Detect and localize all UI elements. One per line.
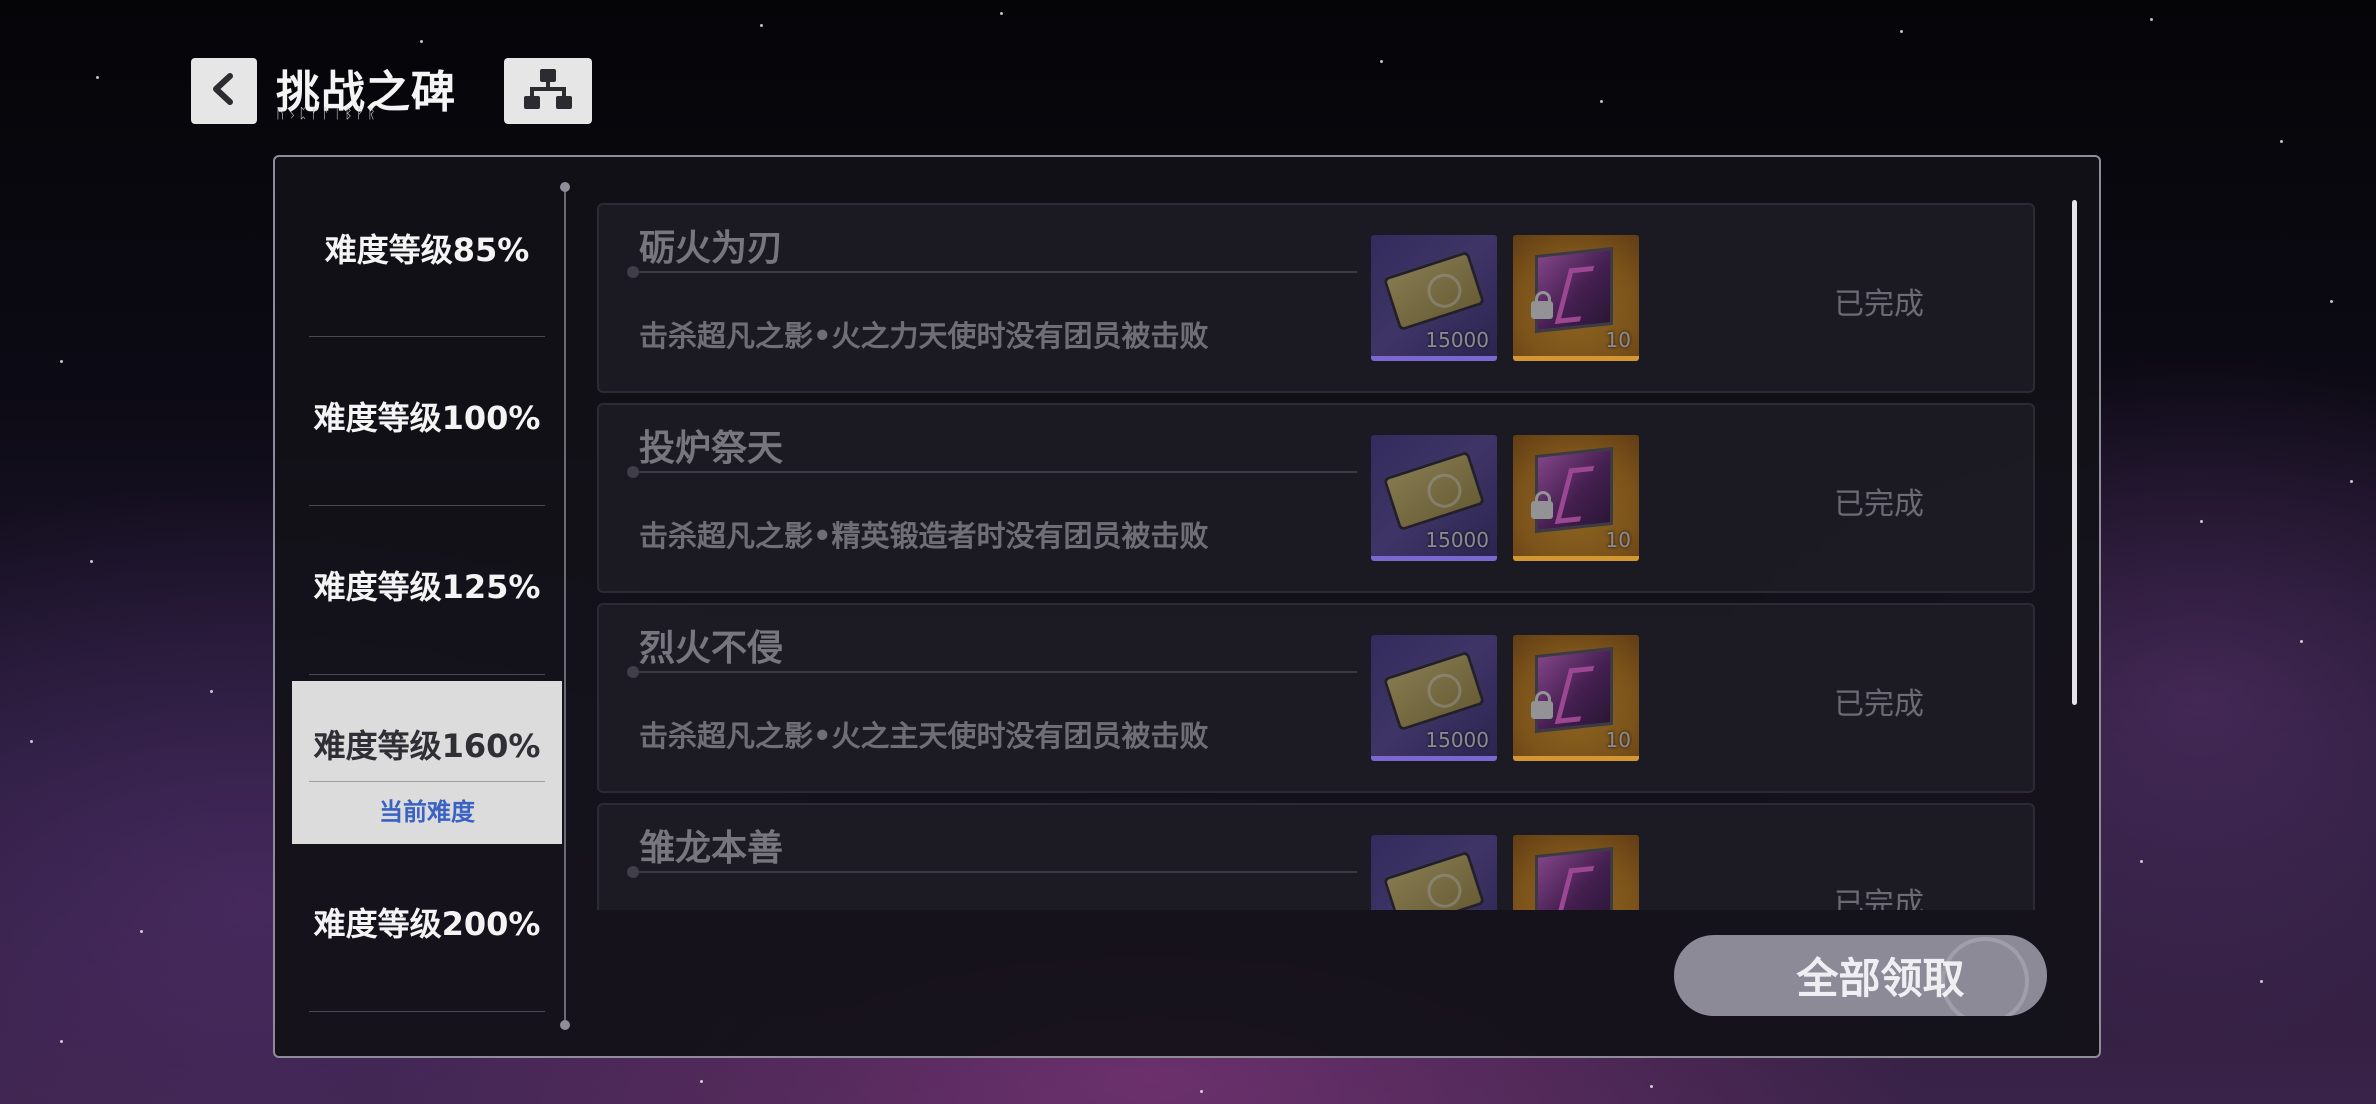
sidebar-track-line xyxy=(564,188,566,1028)
current-difficulty-badge: 当前难度 xyxy=(379,797,475,826)
chevron-left-icon xyxy=(206,71,242,111)
difficulty-item-100[interactable]: 难度等级100% xyxy=(292,332,562,500)
reward-ticket-item[interactable]: 15000 xyxy=(1371,635,1497,761)
task-divider xyxy=(627,266,1357,278)
task-divider xyxy=(627,666,1357,678)
task-card: 烈火不侵 击杀超凡之影•火之主天使时没有团员被击败 15000 10 已完成 xyxy=(597,603,2035,793)
task-title: 投炉祭天 xyxy=(639,428,784,469)
task-description: 击杀超凡之影•火之力天使时没有团员被击败 xyxy=(639,319,1209,353)
dim-overlay xyxy=(1513,835,1639,910)
task-status: 已完成 xyxy=(1834,287,1924,322)
task-list-scrollbar[interactable] xyxy=(2072,200,2077,705)
page-subtitle-runes: ᚢᛊᛈᚠᚨᛁᛒᚹᚱ xyxy=(276,106,379,122)
difficulty-divider xyxy=(309,674,545,675)
task-card: 雏龙本善 已完成 xyxy=(597,803,2035,910)
reward-ticket-item[interactable]: 15000 xyxy=(1371,235,1497,361)
hierarchy-icon xyxy=(522,67,574,115)
difficulty-item-160-current[interactable]: 难度等级160% 当前难度 xyxy=(292,681,562,844)
task-title: 雏龙本善 xyxy=(639,828,784,869)
task-description: 击杀超凡之影•火之主天使时没有团员被击败 xyxy=(639,719,1209,753)
task-status: 已完成 xyxy=(1834,887,1924,910)
dim-overlay xyxy=(1371,435,1497,556)
task-divider xyxy=(627,466,1357,478)
decorative-ring-icon xyxy=(1941,937,2029,1016)
difficulty-label: 难度等级160% xyxy=(313,726,541,765)
difficulty-item-200[interactable]: 难度等级200% xyxy=(292,838,562,1006)
difficulty-label: 难度等级85% xyxy=(324,231,530,269)
dim-overlay xyxy=(1371,235,1497,356)
hierarchy-button[interactable] xyxy=(504,58,592,124)
dim-overlay xyxy=(1371,635,1497,756)
reward-ticket-item[interactable]: 15000 xyxy=(1371,435,1497,561)
dim-overlay xyxy=(1513,635,1639,756)
claim-all-label: 全部领取 xyxy=(1796,954,1965,1003)
task-status: 已完成 xyxy=(1834,487,1924,522)
task-description: 击杀超凡之影•精英锻造者时没有团员被击败 xyxy=(639,519,1209,553)
reward-box-item[interactable] xyxy=(1513,835,1639,910)
task-title: 砺火为刃 xyxy=(639,228,784,269)
claim-all-button[interactable]: 全部领取 xyxy=(1674,935,2047,1016)
task-list[interactable]: 砺火为刃 击杀超凡之影•火之力天使时没有团员被击败 15000 10 已完成 投… xyxy=(597,200,2037,910)
difficulty-item-85[interactable]: 难度等级85% xyxy=(292,164,562,332)
difficulty-item-125[interactable]: 难度等级125% xyxy=(292,501,562,669)
current-divider xyxy=(309,780,545,782)
task-card: 投炉祭天 击杀超凡之影•精英锻造者时没有团员被击败 15000 10 已完成 xyxy=(597,403,2035,593)
task-title: 烈火不侵 xyxy=(639,628,784,669)
difficulty-label: 难度等级200% xyxy=(313,905,541,943)
reward-box-item[interactable]: 10 xyxy=(1513,635,1639,761)
back-button[interactable] xyxy=(191,58,257,124)
dim-overlay xyxy=(1513,435,1639,556)
reward-box-item[interactable]: 10 xyxy=(1513,235,1639,361)
sidebar-track-dot-bottom xyxy=(560,1020,570,1030)
reward-ticket-item[interactable] xyxy=(1371,835,1497,910)
task-divider xyxy=(627,866,1357,878)
dim-overlay xyxy=(1371,835,1497,910)
reward-box-item[interactable]: 10 xyxy=(1513,435,1639,561)
task-card: 砺火为刃 击杀超凡之影•火之力天使时没有团员被击败 15000 10 已完成 xyxy=(597,203,2035,393)
task-status: 已完成 xyxy=(1834,687,1924,722)
dim-overlay xyxy=(1513,235,1639,356)
difficulty-label: 难度等级125% xyxy=(313,568,541,606)
difficulty-divider xyxy=(309,1011,545,1012)
difficulty-label: 难度等级100% xyxy=(313,399,541,437)
